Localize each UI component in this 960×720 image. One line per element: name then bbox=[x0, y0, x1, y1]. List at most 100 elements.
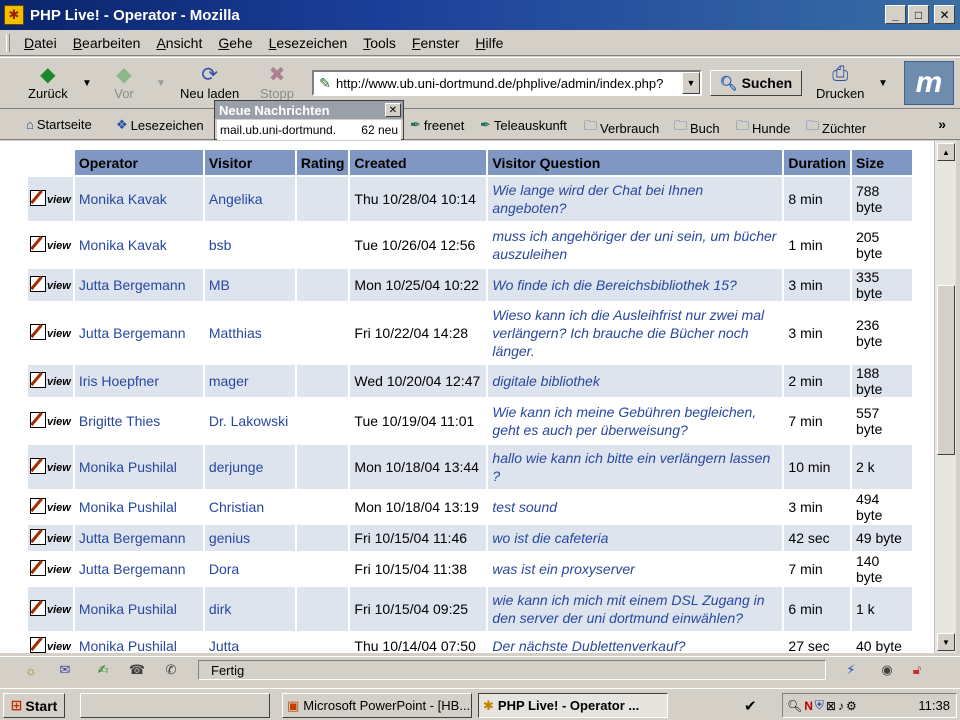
toolbar-grip[interactable] bbox=[6, 34, 10, 52]
view-transcript-icon[interactable]: view bbox=[30, 189, 71, 206]
mozilla-app-icon[interactable]: ✱ bbox=[4, 5, 24, 25]
composer-icon[interactable]: ✍ bbox=[92, 661, 114, 679]
bookmark-startseite[interactable]: ⌂ Startseite bbox=[26, 117, 92, 132]
popup-close-icon[interactable]: ✕ bbox=[385, 103, 401, 117]
menu-bearbeiten[interactable]: Bearbeiten bbox=[73, 35, 141, 51]
view-transcript-icon[interactable]: view bbox=[30, 559, 71, 576]
tray-network-icon[interactable]: ⊠ bbox=[826, 699, 836, 713]
cell-operator: Monika Kavak bbox=[74, 223, 203, 267]
view-transcript-icon[interactable]: view bbox=[30, 599, 71, 616]
table-header-row: Operator Visitor Rating Created Visitor … bbox=[28, 150, 912, 175]
title-bar[interactable]: ✱ PHP Live! - Operator - Mozilla _ □ ✕ bbox=[0, 0, 960, 30]
cell-duration: 3 min bbox=[784, 303, 850, 363]
minimize-button[interactable]: _ bbox=[885, 5, 906, 24]
header-operator[interactable]: Operator bbox=[74, 150, 203, 175]
header-duration[interactable]: Duration bbox=[784, 150, 850, 175]
cell-operator: Monika Pushilal bbox=[74, 491, 203, 523]
mail-icon[interactable]: ✉ bbox=[54, 661, 76, 679]
url-dropdown-icon[interactable]: ▼ bbox=[682, 72, 700, 94]
popup-body[interactable]: mail.ub.uni-dortmund. 62 neu bbox=[217, 120, 401, 140]
vertical-scrollbar[interactable]: ▲ ▼ bbox=[934, 141, 956, 653]
cell-visitor-question: Wie kann ich meine Gebühren begleichen, … bbox=[488, 399, 783, 443]
address-book-icon[interactable]: ☎ bbox=[126, 661, 148, 679]
print-button[interactable]: ⎙ Drucken bbox=[816, 62, 864, 102]
print-dropdown-icon[interactable]: ▼ bbox=[878, 78, 888, 89]
view-transcript-icon[interactable]: view bbox=[30, 528, 71, 545]
reload-icon: ⟳ bbox=[201, 63, 219, 86]
chat-icon[interactable]: ✆ bbox=[160, 661, 182, 679]
scroll-thumb[interactable] bbox=[937, 285, 955, 455]
view-transcript-icon[interactable]: view bbox=[30, 323, 71, 340]
view-transcript-icon[interactable]: view bbox=[30, 497, 71, 514]
mail-notification-popup[interactable]: Neue Nachrichten ✕ mail.ub.uni-dortmund.… bbox=[214, 100, 404, 140]
menu-ansicht[interactable]: Ansicht bbox=[156, 35, 202, 51]
cell-duration: 6 min bbox=[784, 587, 850, 631]
forward-dropdown-icon[interactable]: ▼ bbox=[156, 78, 166, 89]
taskbar-empty-slot[interactable] bbox=[80, 693, 270, 718]
view-transcript-icon[interactable]: view bbox=[30, 235, 71, 252]
bookmark-teleauskunft[interactable]: ✒ Teleauskunft bbox=[480, 117, 567, 133]
task-php-live[interactable]: ✱ PHP Live! - Operator ... bbox=[478, 693, 668, 718]
header-rating[interactable]: Rating bbox=[296, 150, 349, 175]
folder-zuechter[interactable]: 🗀 Züchter bbox=[806, 117, 866, 139]
more-bookmarks-chevron-icon[interactable]: » bbox=[938, 116, 946, 132]
privacy-eye-icon[interactable]: ◉ bbox=[876, 661, 898, 679]
table-row: view Iris Hoepfner mager Wed 10/20/04 12:47… bbox=[28, 365, 912, 397]
folder-verbrauch[interactable]: 🗀 Verbrauch bbox=[584, 117, 659, 139]
menu-hilfe[interactable]: Hilfe bbox=[475, 35, 503, 51]
new-mail-count: 62 neu bbox=[361, 123, 398, 137]
close-button[interactable]: ✕ bbox=[934, 5, 955, 24]
table-row: view Jutta Bergemann Dora Fri 10/15/04 11:3… bbox=[28, 553, 912, 585]
back-dropdown-icon[interactable]: ▼ bbox=[82, 78, 92, 89]
cell-visitor-question: test sound bbox=[488, 491, 783, 523]
view-transcript-icon[interactable]: view bbox=[30, 457, 71, 474]
personal-toolbar: ⌂ Startseite ❖ Lesezeichen ✒ freenet ✒ T… bbox=[0, 110, 960, 140]
cell-visitor-question: hallo wie kann ich bitte ein verlängern … bbox=[488, 445, 783, 489]
bookmark-freenet[interactable]: ✒ freenet bbox=[410, 117, 464, 133]
back-button[interactable]: ◆ Zurück bbox=[28, 62, 68, 102]
notepad-pencil-icon bbox=[30, 275, 46, 292]
url-bar[interactable]: ✎ http://www.ub.uni-dortmund.de/phplive/… bbox=[312, 70, 702, 96]
tray-shield-icon[interactable]: ⛨ bbox=[815, 698, 824, 713]
task-powerpoint[interactable]: ▣ Microsoft PowerPoint - [HB... bbox=[282, 693, 472, 718]
menu-fenster[interactable]: Fenster bbox=[412, 35, 459, 51]
menu-datei[interactable]: Datei bbox=[24, 35, 57, 51]
start-button[interactable]: ⊞ Start bbox=[3, 693, 65, 718]
header-visitor-question[interactable]: Visitor Question bbox=[488, 150, 783, 175]
online-plug-icon[interactable]: ⚡ bbox=[840, 661, 862, 679]
quick-launch-icon[interactable]: ✔ bbox=[744, 697, 757, 715]
tray-speaker-icon[interactable]: ♪ bbox=[838, 699, 844, 713]
header-created[interactable]: Created bbox=[350, 150, 487, 175]
header-visitor[interactable]: Visitor bbox=[204, 150, 295, 175]
menu-gehe[interactable]: Gehe bbox=[218, 35, 252, 51]
cell-visitor: bsb bbox=[204, 223, 295, 267]
menu-tools[interactable]: Tools bbox=[363, 35, 396, 51]
url-input[interactable]: http://www.ub.uni-dortmund.de/phplive/ad… bbox=[336, 76, 682, 91]
home-icon: ⌂ bbox=[26, 117, 34, 132]
navigator-icon[interactable]: ☼ bbox=[20, 661, 42, 679]
view-transcript-icon[interactable]: view bbox=[30, 275, 71, 292]
maximize-button[interactable]: □ bbox=[908, 5, 929, 24]
scroll-up-icon[interactable]: ▲ bbox=[937, 143, 955, 161]
header-size[interactable]: Size bbox=[851, 150, 912, 175]
tray-n-icon[interactable]: N bbox=[804, 699, 813, 713]
view-transcript-icon[interactable]: view bbox=[30, 636, 71, 653]
notepad-pencil-icon bbox=[30, 189, 46, 206]
scroll-down-icon[interactable]: ▼ bbox=[937, 633, 955, 651]
forward-button[interactable]: ◆ Vor bbox=[112, 62, 136, 102]
cell-operator: Monika Pushilal bbox=[74, 445, 203, 489]
tray-search-icon[interactable]: 🔍︎ bbox=[787, 699, 802, 713]
bookmark-icon: ✒ bbox=[410, 117, 421, 132]
mozilla-logo[interactable]: m bbox=[904, 61, 954, 105]
search-button[interactable]: 🔍︎ Suchen bbox=[710, 70, 802, 96]
tray-settings-icon[interactable]: ⚙ bbox=[846, 699, 857, 713]
folder-hunde[interactable]: 🗀 Hunde bbox=[736, 117, 790, 139]
bookmark-lesezeichen[interactable]: ❖ Lesezeichen bbox=[116, 117, 204, 133]
stop-button[interactable]: ✖ Stopp bbox=[260, 62, 294, 102]
folder-buch[interactable]: 🗀 Buch bbox=[674, 117, 720, 139]
security-lock-icon[interactable]: 🔓︎ bbox=[906, 661, 928, 679]
reload-button[interactable]: ⟳ Neu laden bbox=[180, 62, 239, 102]
menu-lesezeichen[interactable]: Lesezeichen bbox=[269, 35, 348, 51]
view-transcript-icon[interactable]: view bbox=[30, 411, 71, 428]
view-transcript-icon[interactable]: view bbox=[30, 371, 71, 388]
